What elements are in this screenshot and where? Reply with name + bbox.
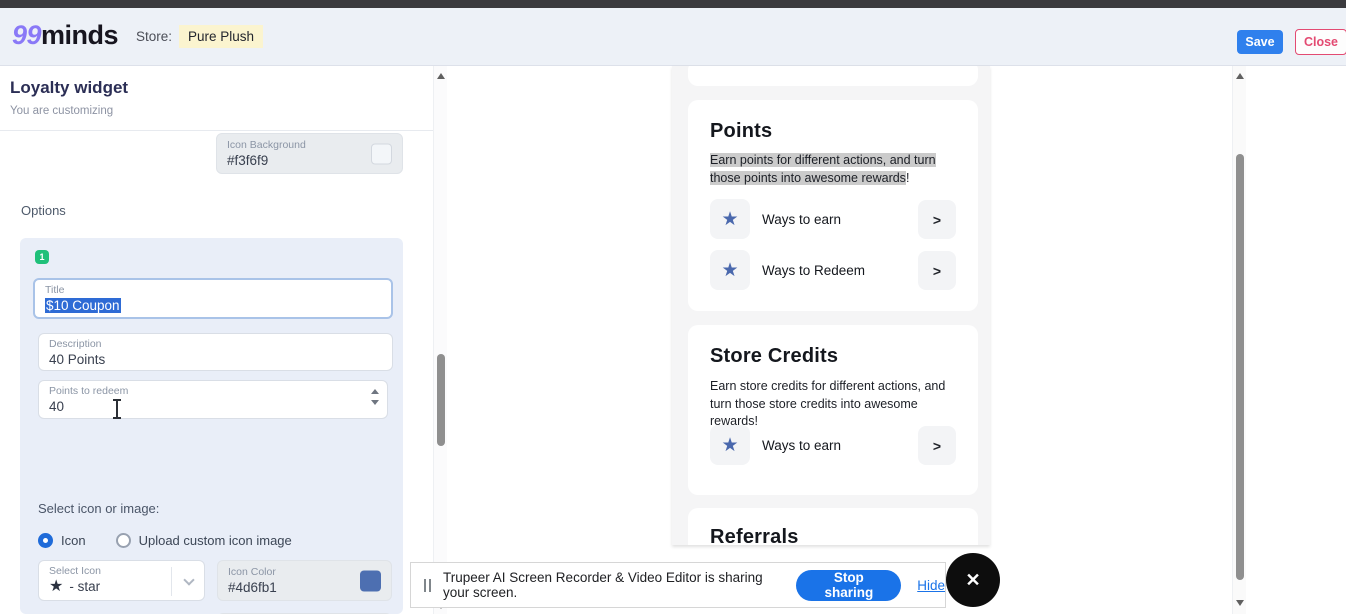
scroll-down-icon[interactable] [1236,600,1244,606]
scroll-up-icon[interactable] [1236,73,1244,79]
row-icon-box: ★ [710,250,750,290]
preview-card-fragment [688,66,978,86]
hide-link[interactable]: Hide [917,578,945,593]
points-to-redeem-field[interactable]: Points to redeem 40 [38,380,388,419]
stepper-down-icon[interactable] [371,400,379,405]
icon-background-swatch[interactable] [371,143,392,164]
radio-icon-label: Icon [61,533,86,548]
stop-sharing-button[interactable]: Stop sharing [796,569,902,601]
close-button[interactable]: Close [1295,29,1346,55]
points-description: Earn points for different actions, and t… [710,153,936,185]
option-card: 1 Title $10 Coupon Description 40 Points… [20,238,403,614]
row-label: Ways to earn [762,212,842,227]
points-to-redeem-label: Points to redeem [49,385,129,397]
store-label: Store: [136,29,173,44]
select-icon-or-image-label: Select icon or image: [38,501,160,516]
row-icon-box: ★ [710,199,750,239]
panel-scrollbar-thumb[interactable] [437,354,445,446]
divider [171,567,172,596]
referrals-card: Referrals [688,508,978,545]
star-icon: ★ [721,208,739,230]
main-scrollbar[interactable] [1232,66,1246,614]
store-credits-title: Store Credits [710,345,839,367]
store-indicator: Store: Pure Plush [136,25,264,48]
row-label: Ways to Redeem [762,263,866,278]
icon-background-value: #f3f6f9 [227,153,269,168]
store-credits-card: Store Credits Earn store credits for dif… [688,325,978,495]
select-icon-dropdown[interactable]: Select Icon ★ - star [38,560,205,601]
app-header: 99minds Store: Pure Plush Save Close [0,8,1346,66]
icon-color-value: #4d6fb1 [228,580,277,595]
description-label: Description [49,338,102,350]
logo-minds-part: minds [41,20,119,50]
pause-icon [424,578,431,592]
browser-top-strip [0,0,1346,8]
points-title: Points [710,120,773,142]
icon-color-field[interactable]: Icon Color #4d6fb1 [217,560,392,601]
chevron-right-icon[interactable]: > [918,426,956,465]
save-button[interactable]: Save [1237,30,1283,54]
icon-color-label: Icon Color [228,566,276,578]
referrals-title: Referrals [710,526,799,545]
title-label: Title [45,284,65,296]
recorder-close-button[interactable]: ✕ [946,553,1000,607]
option-index-badge: 1 [35,250,49,264]
star-icon: ★ [49,577,64,595]
ways-to-earn-row[interactable]: ★ Ways to earn > [710,199,956,239]
star-icon: ★ [721,434,739,456]
select-icon-label: Select Icon [49,565,101,577]
icon-color-swatch[interactable] [360,570,381,591]
title-value-selected: $10 Coupon [45,298,121,313]
row-icon-box: ★ [710,425,750,465]
logo-99-part: 99 [12,20,42,50]
description-field[interactable]: Description 40 Points [38,333,393,371]
row-label: Ways to earn [762,438,842,453]
points-to-redeem-value: 40 [49,399,65,414]
store-name-badge: Pure Plush [179,25,264,48]
app-window: 99minds Store: Pure Plush Save Close Loy… [0,0,1346,614]
store-credits-description: Earn store credits for different actions… [710,379,946,428]
icon-background-label: Icon Background [227,139,306,151]
radio-upload-label: Upload custom icon image [138,533,292,548]
page-title: Loyalty widget [10,78,129,97]
settings-panel: Loyalty widget You are customizing Icon … [0,66,433,614]
title-field[interactable]: Title $10 Coupon [33,278,393,319]
chevron-right-icon[interactable]: > [918,200,956,239]
points-card: Points Earn points for different actions… [688,100,978,311]
ways-to-earn-row[interactable]: ★ Ways to earn > [710,425,956,465]
ways-to-redeem-row[interactable]: ★ Ways to Redeem > [710,250,956,290]
close-icon: ✕ [965,569,981,590]
icon-background-field-top[interactable]: Icon Background #f3f6f9 [216,133,403,174]
select-icon-value: - star [69,579,101,594]
chevron-right-icon[interactable]: > [918,251,956,290]
main-scrollbar-thumb[interactable] [1236,154,1244,580]
screen-share-bar: Trupeer AI Screen Recorder & Video Edito… [410,562,946,608]
options-section-label: Options [21,203,66,218]
share-message: Trupeer AI Screen Recorder & Video Edito… [443,570,763,600]
page-subtitle: You are customizing [10,105,114,117]
scroll-up-icon[interactable] [437,73,445,79]
star-icon: ★ [721,259,739,281]
divider [0,130,433,131]
description-value: 40 Points [49,352,106,367]
icon-source-radio-group: Icon Upload custom icon image [38,533,292,548]
radio-icon-selected[interactable] [38,533,53,548]
selected-text: Earn points for different actions, and t… [710,153,936,185]
stepper-up-icon[interactable] [371,389,379,394]
widget-preview: Points Earn points for different actions… [672,66,990,545]
radio-upload-custom[interactable] [115,533,131,548]
logo-99minds: 99minds [12,20,119,51]
number-stepper[interactable] [371,389,379,405]
panel-scrollbar[interactable] [433,66,447,614]
